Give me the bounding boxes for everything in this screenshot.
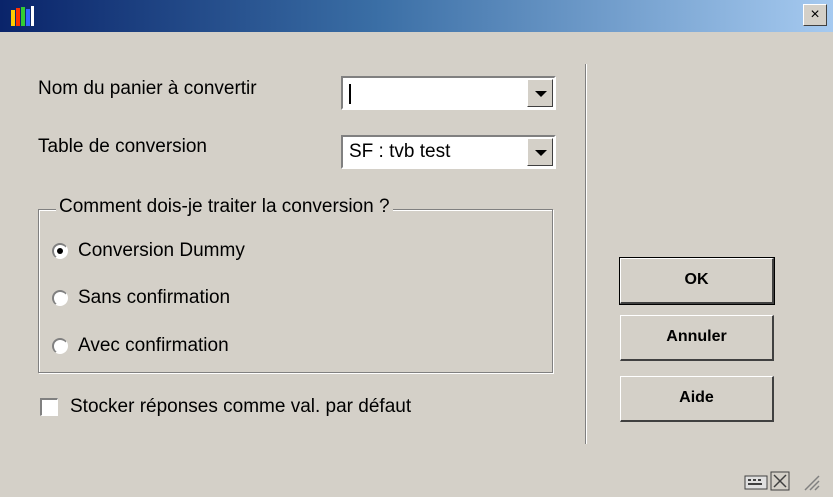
table-label: Table de conversion xyxy=(38,136,207,157)
help-button[interactable]: Aide xyxy=(620,376,774,422)
table-value: SF : tvb test xyxy=(349,141,451,162)
basket-label: Nom du panier à convertir xyxy=(38,78,257,99)
radio-label: Conversion Dummy xyxy=(78,240,245,261)
status-icons xyxy=(743,470,823,492)
store-defaults-checkbox[interactable] xyxy=(40,398,58,416)
store-defaults-label[interactable]: Stocker réponses comme val. par défaut xyxy=(70,396,411,418)
vertical-divider xyxy=(585,64,586,444)
maximize-icon[interactable] xyxy=(770,471,790,491)
close-button[interactable]: × xyxy=(803,4,827,26)
group-legend: Comment dois-je traiter la conversion ? xyxy=(56,196,393,218)
table-combobox[interactable]: SF : tvb test xyxy=(341,135,556,169)
basket-combobox[interactable] xyxy=(341,76,556,110)
close-icon: × xyxy=(810,6,820,23)
cancel-button[interactable]: Annuler xyxy=(620,315,774,361)
radio-icon[interactable] xyxy=(52,290,68,306)
chevron-down-icon[interactable] xyxy=(527,79,553,107)
text-cursor xyxy=(349,84,351,104)
chevron-down-icon[interactable] xyxy=(527,138,553,166)
radio-selected-icon[interactable] xyxy=(52,243,68,259)
radio-label: Avec confirmation xyxy=(78,335,229,356)
resize-grip-icon[interactable] xyxy=(804,475,820,491)
keyboard-icon[interactable] xyxy=(744,475,768,490)
ok-button[interactable]: OK xyxy=(619,257,775,305)
title-bar: × xyxy=(0,0,833,32)
radio-icon[interactable] xyxy=(52,338,68,354)
library-books-icon xyxy=(11,6,34,26)
radio-label: Sans confirmation xyxy=(78,287,231,308)
